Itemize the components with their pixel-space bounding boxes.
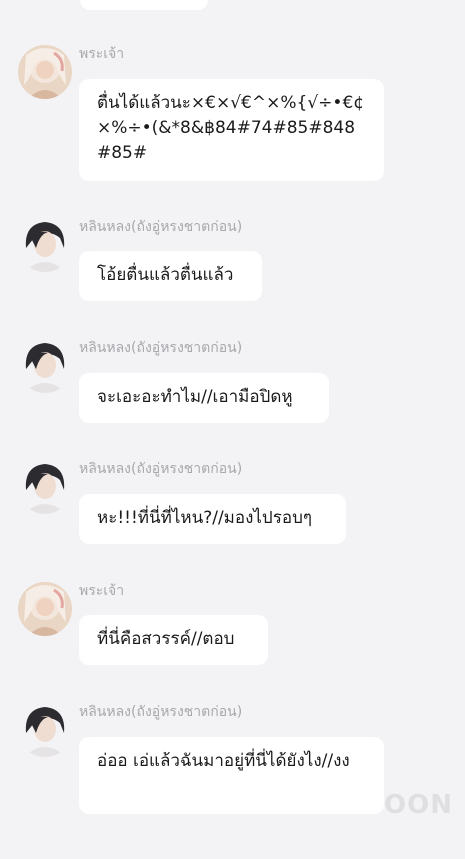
linlong-avatar[interactable]	[18, 339, 72, 393]
sender-name: หลินหลง(ถังอู่หรงชาตก่อน)	[79, 219, 243, 235]
sender-name: หลินหลง(ถังอู่หรงชาตก่อน)	[79, 704, 243, 720]
god-avatar[interactable]	[18, 45, 72, 99]
message-bubble[interactable]: จะเอะอะทำไม//เอามือปิดหู	[79, 373, 329, 423]
god-avatar[interactable]	[18, 582, 72, 636]
linlong-avatar[interactable]	[18, 703, 72, 757]
sender-name: พระเจ้า	[79, 583, 125, 599]
linlong-avatar[interactable]	[18, 218, 72, 272]
message-bubble[interactable]: หะ!!!ที่นี่ที่ไหน?//มองไปรอบๆ	[79, 494, 346, 544]
sender-name: หลินหลง(ถังอู่หรงชาตก่อน)	[79, 461, 243, 477]
message-bubble[interactable]: โอ้ยตื่นแล้วตื่นแล้ว	[79, 251, 262, 301]
previous-message-bubble	[80, 0, 208, 10]
message-bubble[interactable]: อ่ออ เอ่แล้วฉันมาอยู่ที่นี่ได้ยังไง//งง	[79, 737, 384, 814]
message-bubble[interactable]: ที่นี่คือสวรรค์//ตอบ	[79, 615, 268, 665]
linlong-avatar[interactable]	[18, 460, 72, 514]
sender-name: หลินหลง(ถังอู่หรงชาตก่อน)	[79, 340, 243, 356]
watermark-logo: OON	[384, 790, 453, 820]
message-bubble[interactable]: ตื่นได้แล้วนะ×€×√€^×%{√÷•€¢×%÷•(&*8&฿84#…	[79, 79, 384, 181]
sender-name: พระเจ้า	[79, 46, 125, 62]
